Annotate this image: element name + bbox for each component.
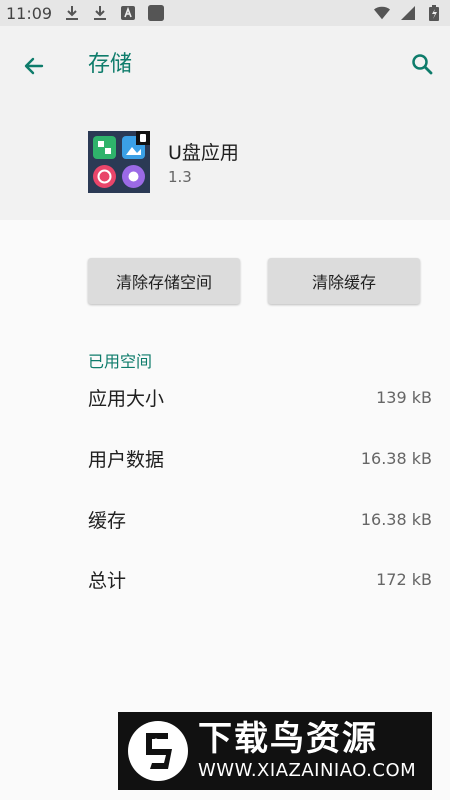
watermark-banner: 下载鸟资源 WWW.XIAZAINIAO.COM	[118, 712, 432, 790]
status-bar: 11:09	[0, 0, 450, 26]
row-value: 16.38 kB	[360, 448, 432, 468]
app-version: 1.3	[168, 168, 192, 186]
clear-cache-button[interactable]: 清除缓存	[268, 258, 420, 304]
list-item-app-size: 应用大小 139 kB	[88, 382, 432, 412]
section-label-used-space: 已用空间	[88, 352, 153, 371]
back-button[interactable]	[16, 48, 52, 84]
status-right	[374, 5, 442, 21]
row-value: 139 kB	[376, 387, 432, 407]
app-name: U盘应用	[168, 142, 239, 164]
row-value: 16.38 kB	[360, 509, 432, 529]
signal-icon	[400, 5, 416, 21]
app-icon	[88, 131, 150, 193]
watermark-text: 下载鸟资源 WWW.XIAZAINIAO.COM	[198, 719, 416, 783]
row-label: 应用大小	[88, 387, 165, 410]
app-bar: 存储	[0, 26, 450, 104]
clear-storage-button[interactable]: 清除存储空间	[88, 258, 240, 304]
app-header: U盘应用 1.3	[0, 104, 450, 218]
status-time: 11:09	[6, 3, 53, 23]
status-left: 11:09	[6, 3, 165, 23]
row-label: 缓存	[88, 509, 127, 532]
arrow-back-icon	[24, 57, 44, 75]
search-icon	[412, 54, 433, 75]
watermark-title: 下载鸟资源	[198, 719, 378, 759]
search-button[interactable]	[404, 46, 440, 82]
download-icon	[64, 5, 80, 21]
bird-logo-icon	[126, 719, 190, 783]
square-icon	[148, 5, 165, 21]
row-label: 用户数据	[88, 448, 165, 471]
battery-icon	[426, 5, 442, 21]
list-item-cache: 缓存 16.38 kB	[88, 504, 432, 534]
list-item-total: 总计 172 kB	[88, 564, 432, 594]
wifi-icon	[374, 5, 390, 21]
list-item-user-data: 用户数据 16.38 kB	[88, 443, 432, 473]
page-title: 存储	[88, 52, 133, 77]
text-icon	[120, 5, 136, 21]
download-icon	[92, 5, 108, 21]
watermark-url: WWW.XIAZAINIAO.COM	[198, 760, 417, 781]
row-label: 总计	[88, 569, 127, 592]
row-value: 172 kB	[376, 569, 432, 589]
